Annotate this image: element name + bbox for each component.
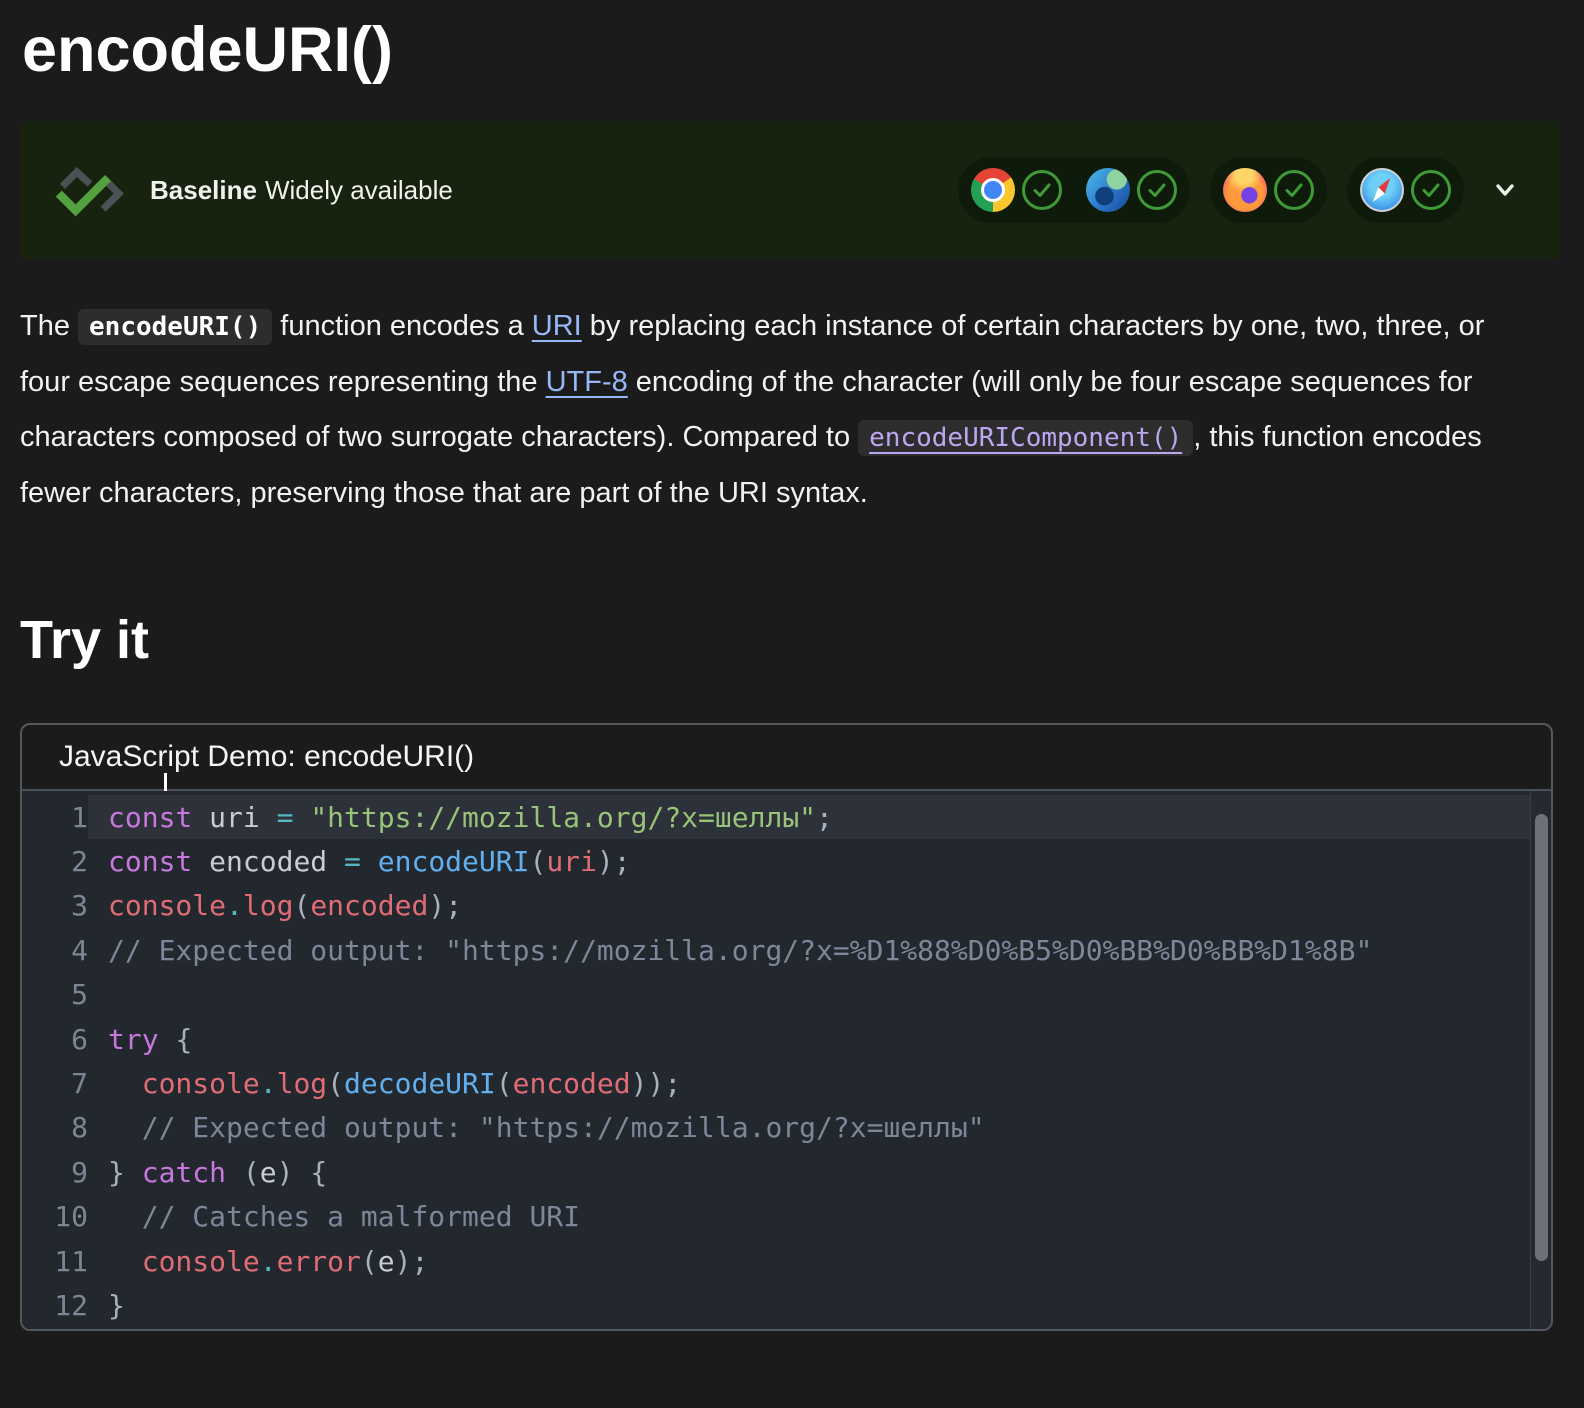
line-number: 2 (22, 845, 88, 878)
chevron-down-icon (1490, 178, 1520, 202)
code-line[interactable]: 7 console.log(decodeURI(encoded)); (22, 1061, 1551, 1105)
chrome-icon (971, 168, 1015, 212)
intro-paragraph: The encodeURI() function encodes a URI b… (20, 299, 1512, 521)
line-number: 6 (22, 1023, 88, 1056)
scrollbar-thumb[interactable] (1535, 814, 1548, 1261)
code-line-content[interactable]: const encoded = encodeURI(uri); (88, 839, 1551, 883)
safari-supported-check-icon (1411, 170, 1451, 210)
inline-code-encodeuri: encodeURI() (78, 309, 272, 345)
code-line[interactable]: 11 console.error(e); (22, 1239, 1551, 1283)
code-line-content[interactable]: console.log(encoded); (88, 884, 1551, 928)
code-line-content[interactable]: // Expected output: "https://mozilla.org… (88, 928, 1551, 972)
code-line-content[interactable]: } catch (e) { (88, 1150, 1551, 1194)
line-number: 12 (22, 1289, 88, 1322)
page-title: encodeURI() (20, 6, 1560, 86)
code-line[interactable]: 12} (22, 1283, 1551, 1327)
code-line[interactable]: 9} catch (e) { (22, 1150, 1551, 1194)
edge-supported-check-icon (1137, 170, 1177, 210)
baseline-status-label: Baseline Widely available (150, 175, 453, 206)
code-line[interactable]: 10 // Catches a malformed URI (22, 1195, 1551, 1239)
baseline-availability: Widely available (265, 175, 453, 205)
code-line-content[interactable]: console.log(decodeURI(encoded)); (88, 1061, 1551, 1105)
code-line-content[interactable] (88, 973, 1551, 1017)
firefox-icon (1223, 168, 1267, 212)
line-number: 4 (22, 934, 88, 967)
code-line-content[interactable]: console.error(e); (88, 1239, 1551, 1283)
firefox-supported-check-icon (1274, 170, 1314, 210)
baseline-banner[interactable]: Baseline Widely available (20, 121, 1560, 259)
intro-text: The (20, 310, 78, 342)
code-line[interactable]: 4// Expected output: "https://mozilla.or… (22, 928, 1551, 972)
code-line[interactable]: 3console.log(encoded); (22, 884, 1551, 928)
code-line-content[interactable]: try { (88, 1017, 1551, 1061)
demo-header: JavaScript Demo: encodeURI() (22, 725, 1551, 791)
code-line-content[interactable]: // Catches a malformed URI (88, 1195, 1551, 1239)
mdn-page: encodeURI() Baseline Widely available (0, 0, 1584, 1331)
baseline-icon (54, 161, 126, 219)
browser-support-icons (958, 157, 1526, 223)
line-number: 10 (22, 1200, 88, 1233)
try-it-heading: Try it (20, 609, 1560, 671)
demo-title: JavaScript Demo: encodeURI() (59, 740, 474, 774)
code-line-content[interactable]: // Expected output: "https://mozilla.org… (88, 1106, 1551, 1150)
firefox-support-group (1210, 157, 1327, 223)
line-number: 3 (22, 889, 88, 922)
code-line[interactable]: 5 (22, 973, 1551, 1017)
code-line[interactable]: 1const uri = "https://mozilla.org/?x=шел… (22, 795, 1551, 839)
baseline-label: Baseline (150, 175, 257, 205)
uri-link[interactable]: URI (532, 310, 582, 342)
expand-baseline-button[interactable] (1484, 172, 1526, 208)
interactive-demo-panel: JavaScript Demo: encodeURI() 1const uri … (20, 723, 1553, 1331)
line-number: 9 (22, 1156, 88, 1189)
utf8-link[interactable]: UTF-8 (546, 366, 628, 398)
line-number: 1 (22, 801, 88, 834)
line-number: 11 (22, 1245, 88, 1278)
line-number: 5 (22, 978, 88, 1011)
text-cursor (164, 773, 167, 791)
code-editor[interactable]: 1const uri = "https://mozilla.org/?x=шел… (22, 791, 1551, 1329)
edge-icon (1086, 168, 1130, 212)
inline-code-encodeuricomponent: encodeURIComponent() (858, 420, 1193, 456)
editor-scrollbar[interactable] (1530, 791, 1551, 1329)
code-line-content[interactable]: const uri = "https://mozilla.org/?x=шелл… (88, 795, 1551, 839)
intro-text: function encodes a (272, 310, 532, 342)
chrome-supported-check-icon (1022, 170, 1062, 210)
safari-icon (1360, 168, 1404, 212)
code-line-content[interactable]: } (88, 1283, 1551, 1327)
code-line[interactable]: 2const encoded = encodeURI(uri); (22, 839, 1551, 883)
line-number: 7 (22, 1067, 88, 1100)
encodeuricomponent-link[interactable]: encodeURIComponent() (858, 421, 1193, 453)
code-lines: 1const uri = "https://mozilla.org/?x=шел… (22, 795, 1551, 1328)
code-line[interactable]: 6try { (22, 1017, 1551, 1061)
code-line[interactable]: 8 // Expected output: "https://mozilla.o… (22, 1106, 1551, 1150)
line-number: 8 (22, 1111, 88, 1144)
chrome-edge-support-group (958, 157, 1190, 223)
safari-support-group (1347, 157, 1464, 223)
